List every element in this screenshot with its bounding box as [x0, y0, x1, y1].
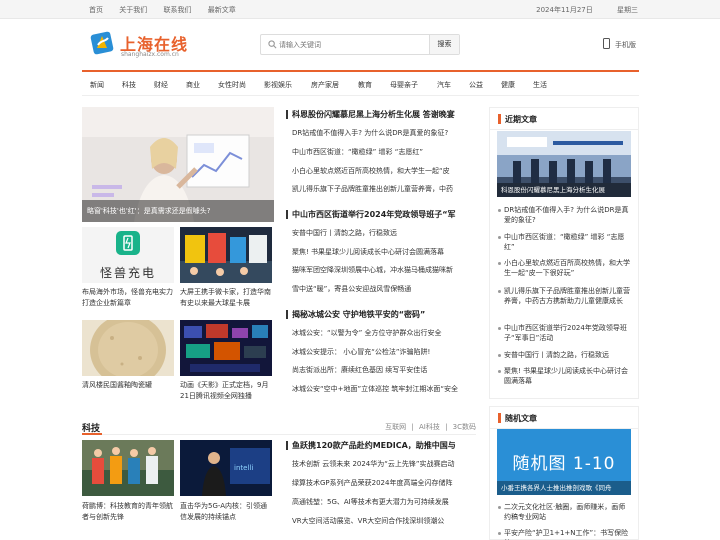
- nav-item-finance[interactable]: 财经: [154, 80, 168, 90]
- featured-hero[interactable]: 略窗'科技'也'红'：是真需求还是假噱头?: [82, 107, 274, 222]
- latest-article-item[interactable]: 凯儿得乐旗下子品牌胜童推出创新儿童营养膏，中药古方携新助力儿童健康成长: [498, 286, 632, 306]
- news-item[interactable]: 猫咪军团空降深圳领展中心城，冲水猫马桶成猫咪新: [292, 265, 476, 275]
- news-item[interactable]: 绿算技术GP系列产品荣获2024年度高端全闪存储阵: [292, 478, 476, 488]
- news-item[interactable]: 冰城公安提示： 小心冒充“公检法”诈骗陷阱!: [292, 347, 476, 357]
- nav-item-health[interactable]: 健康: [501, 80, 515, 90]
- panel-accent-bar: [498, 413, 501, 423]
- charging-brand-label: 怪兽充电: [99, 266, 156, 280]
- thumb-caption-huawei-5g[interactable]: 直击华为5G-A内核：引领通信发展的持续锚点: [180, 501, 274, 523]
- latest-articles-title: 近期文章: [505, 115, 537, 124]
- section-accent-mark: [82, 433, 102, 435]
- search-input[interactable]: [279, 37, 429, 52]
- top-link-home[interactable]: 首页: [89, 6, 103, 14]
- tech-headline[interactable]: 鱼跃携120款产品赴约MEDICA，助推中国与: [286, 440, 456, 451]
- top-link-about[interactable]: 关于我们: [119, 6, 147, 14]
- news-item[interactable]: VR大空间活动展览、VR大空间合作找深圳领潮公: [292, 516, 476, 526]
- tech-link-internet[interactable]: 互联网: [385, 423, 406, 431]
- news-item[interactable]: 尚志街派出所：赓续红色基因 续写平安佳话: [292, 365, 476, 375]
- mobile-version-link[interactable]: 手机版: [603, 38, 636, 50]
- search-icon: [268, 40, 277, 49]
- top-date: 2024年11月27日 星期三: [514, 5, 638, 15]
- news-item[interactable]: 冰城公安：“以警为令” 全方位守护群众出行安全: [292, 328, 476, 338]
- random-articles-title: 随机文章: [505, 414, 537, 423]
- nav-item-realestate[interactable]: 房产家居: [311, 80, 339, 90]
- thumb-charging[interactable]: 怪兽充电: [82, 227, 174, 283]
- thumb-caption-animation[interactable]: 动画《天影》正式定档，9月21日腾讯视频全网独播: [180, 380, 274, 402]
- thumb-caption-card-expo[interactable]: 大屏王携手微卡家，打造华南有史以来最大球星卡展: [180, 287, 274, 309]
- latest-article-item[interactable]: 安普中国行丨清韵之路，行稳致远: [498, 350, 632, 360]
- search-button[interactable]: 搜索: [429, 35, 459, 54]
- random-articles-header: 随机文章: [490, 407, 638, 429]
- news-headline-3[interactable]: 揭秘冰城公安 守护地铁平安的“密码”: [285, 309, 425, 320]
- latest-articles-header: 近期文章: [490, 108, 638, 130]
- thumb-pottery[interactable]: [82, 320, 174, 376]
- thumb-caption-tech-education[interactable]: 荷鹏博：科技教育的青年领航者与创新先锋: [82, 501, 176, 523]
- nav-item-parenting[interactable]: 母婴亲子: [390, 80, 418, 90]
- tech-education-image: [82, 440, 174, 496]
- thumb-animation[interactable]: [180, 320, 272, 376]
- nav-item-education[interactable]: 教育: [358, 80, 372, 90]
- random-article-item[interactable]: 平安产险“护卫1+1+N工作”：书写保险的: [498, 528, 632, 540]
- thumb-tech-education[interactable]: [82, 440, 174, 496]
- tech-link-ai[interactable]: AI科技: [419, 423, 440, 431]
- latest-article-item[interactable]: 中山市西区街道举行2024年党政领导班子“军事日”活动: [498, 323, 632, 343]
- nav-item-auto[interactable]: 汽车: [437, 80, 451, 90]
- news-item[interactable]: 聚焦! 书果星球少儿阅读成长中心研讨会圆满落幕: [292, 247, 476, 257]
- tech-sublinks: 互联网 | AI科技 | 3C数码: [385, 423, 476, 431]
- top-links: 首页 关于我们 联系我们 最新文章: [89, 5, 250, 15]
- latest-article-item[interactable]: 聚焦! 书果星球少儿阅读成长中心研讨会圆满落幕: [498, 366, 632, 386]
- news-item[interactable]: DR钻戒值不值得入手? 为什么说DR是真爱的象征?: [292, 128, 476, 138]
- nav-item-fashion[interactable]: 女性时尚: [218, 80, 246, 90]
- nav-item-life[interactable]: 生活: [533, 80, 547, 90]
- news-headline-2[interactable]: 中山市西区街道举行2024年党政领导班子“军: [286, 209, 456, 220]
- top-link-latest[interactable]: 最新文章: [208, 6, 236, 14]
- logo-icon[interactable]: [89, 30, 115, 56]
- current-weekday: 星期三: [617, 6, 638, 14]
- site-logo-subtext: shanghaizx.com.cn: [121, 51, 179, 58]
- news-item[interactable]: 安普中国行丨清韵之路，行稳致远: [292, 228, 476, 238]
- news-item[interactable]: 雪中送“暖”，寄县公安迎战风雪保畅通: [292, 284, 476, 294]
- news-item[interactable]: 冰城公安“空中+地面”立体巡控 筑牢封江期冰面“安全: [292, 384, 476, 394]
- card-expo-image: [180, 227, 272, 283]
- latest-article-item[interactable]: 小白心里软点燃近百所高校热情，和大学生一起“皮一下很好玩”: [498, 258, 632, 278]
- nav-item-entertainment[interactable]: 影视娱乐: [264, 80, 292, 90]
- thumb-caption-charging[interactable]: 布局海外市场，怪兽充电实力打造企业新篇章: [82, 287, 176, 309]
- random-feature-caption: 小番王携各界人士推出推剖戏歌《同舟: [497, 481, 631, 495]
- panel-accent-bar: [498, 114, 501, 124]
- huawei-5g-image: intelli: [180, 440, 272, 496]
- random-article-item[interactable]: 二次元文化社区·触圈，画师赚米，画师约稿专业网站: [498, 502, 632, 522]
- latest-feature-caption: 科恩股份闪耀慕尼黑上海分析生化展: [497, 183, 631, 197]
- nav-item-tech[interactable]: 科技: [122, 80, 136, 90]
- nav-item-news[interactable]: 新闻: [90, 80, 104, 90]
- thumb-huawei-5g[interactable]: intelli: [180, 440, 272, 496]
- thumb-caption-pottery[interactable]: 清风楼民国酱釉陶瓷罐: [82, 380, 176, 391]
- news-item[interactable]: 技术创新 云领未来 2024华为“云上先锋”实战赛启动: [292, 459, 476, 469]
- search-box: 搜索: [260, 34, 460, 55]
- animation-poster-image: [180, 320, 272, 376]
- main-nav: 新闻 科技 财经 商业 女性时尚 影视娱乐 房产家居 教育 母婴亲子 汽车 公益…: [82, 70, 639, 96]
- svg-text:intelli: intelli: [234, 464, 253, 472]
- current-date: 2024年11月27日: [536, 6, 593, 14]
- phone-icon: [603, 38, 610, 49]
- pottery-image: [82, 320, 174, 376]
- news-item[interactable]: 中山市西区街道：“橄榄绿” 增彩 “志愿红”: [292, 147, 476, 157]
- random-feature-image[interactable]: 随机图 1-10 小番王携各界人士推出推剖戏歌《同舟: [497, 429, 631, 495]
- latest-article-item[interactable]: DR钻戒值不值得入手? 为什么说DR是真爱的象征?: [498, 205, 632, 225]
- tech-link-digital[interactable]: 3C数码: [453, 423, 476, 431]
- top-link-contact[interactable]: 联系我们: [163, 6, 191, 14]
- news-item[interactable]: 凯儿得乐旗下子品牌胜童推出创新儿童营养膏，中药: [292, 184, 476, 194]
- latest-feature-image[interactable]: 科恩股份闪耀慕尼黑上海分析生化展: [497, 131, 631, 197]
- news-item[interactable]: 小白心里软点燃近百所高校热情，和大学生一起“皮: [292, 166, 476, 176]
- nav-item-charity[interactable]: 公益: [469, 80, 483, 90]
- thumb-card-expo[interactable]: [180, 227, 272, 283]
- hero-caption[interactable]: 略窗'科技'也'红'：是真需求还是假噱头?: [82, 200, 274, 222]
- top-bar: 首页 关于我们 联系我们 最新文章 2024年11月27日 星期三: [0, 0, 720, 19]
- latest-article-item[interactable]: 中山市西区街道：“橄榄绿” 增彩 “志愿红”: [498, 232, 632, 252]
- random-image-title: 随机图 1-10: [512, 454, 616, 474]
- news-headline-1[interactable]: 科恩股份闪耀慕尼黑上海分析生化展 答谢晚宴: [286, 109, 455, 120]
- news-item[interactable]: 高通钱堃：5G、AI等技术有更大潜力为可持续发展: [292, 497, 476, 507]
- section-divider: [82, 434, 476, 435]
- nav-item-business[interactable]: 商业: [186, 80, 200, 90]
- mobile-label: 手机版: [615, 41, 636, 49]
